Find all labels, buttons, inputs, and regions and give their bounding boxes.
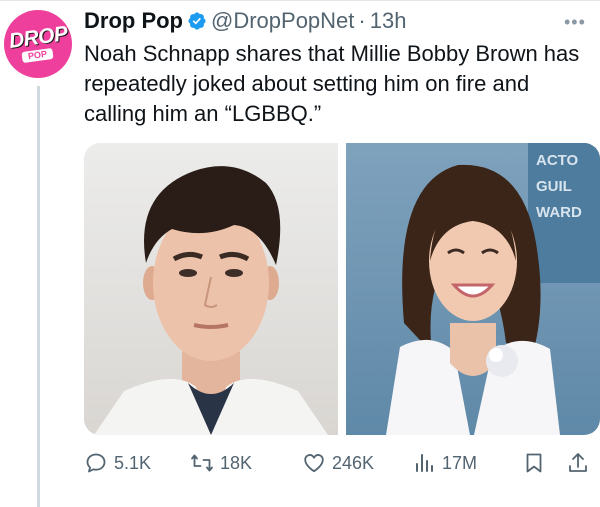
backdrop-text-1: ACTO [536,152,579,169]
like-icon [304,454,324,473]
repost-icon [191,454,213,472]
repost-button[interactable]: 18K [190,448,252,478]
action-bar: 5.1K 18K 246K 17M [84,448,594,478]
share-button[interactable] [566,448,596,478]
views-icon [416,454,433,472]
more-icon[interactable]: ••• [564,12,586,33]
top-divider [0,0,600,1]
repost-count: 18K [220,452,253,473]
reply-icon [86,453,106,473]
like-button[interactable]: 246K [302,448,374,478]
backdrop-text-2: GUIL [536,178,572,195]
bookmark-button[interactable] [522,448,552,478]
avatar[interactable]: DROP POP [4,10,72,78]
backdrop-text-3: WARD [536,204,582,221]
reply-count: 5.1K [114,452,152,473]
share-icon [569,453,587,472]
author-handle[interactable]: @DropPopNet [211,8,354,34]
thread-line [37,86,40,507]
post-text: Noah Schnapp shares that Millie Bobby Br… [84,41,580,126]
views-count: 17M [442,452,478,473]
separator-dot: · [358,8,366,33]
media-grid: ACTO GUIL WARD [84,143,600,435]
reply-button[interactable]: 5.1K [84,448,151,478]
views-button[interactable]: 17M [412,448,477,478]
post-header: Drop Pop @DropPopNet · 13h [84,8,406,34]
portrait-illustration-left [94,166,328,435]
author-name[interactable]: Drop Pop [84,8,183,34]
post-time[interactable]: 13h [370,8,407,34]
photo-noah-schnapp[interactable] [84,143,338,435]
avatar-logo-top: DROP [7,21,69,53]
bookmark-icon [526,453,542,473]
verified-badge-icon [188,12,206,30]
photo-millie-bobby-brown[interactable]: ACTO GUIL WARD [346,143,600,435]
like-count: 246K [332,452,375,473]
portrait-illustration-right: ACTO GUIL WARD [386,143,600,435]
